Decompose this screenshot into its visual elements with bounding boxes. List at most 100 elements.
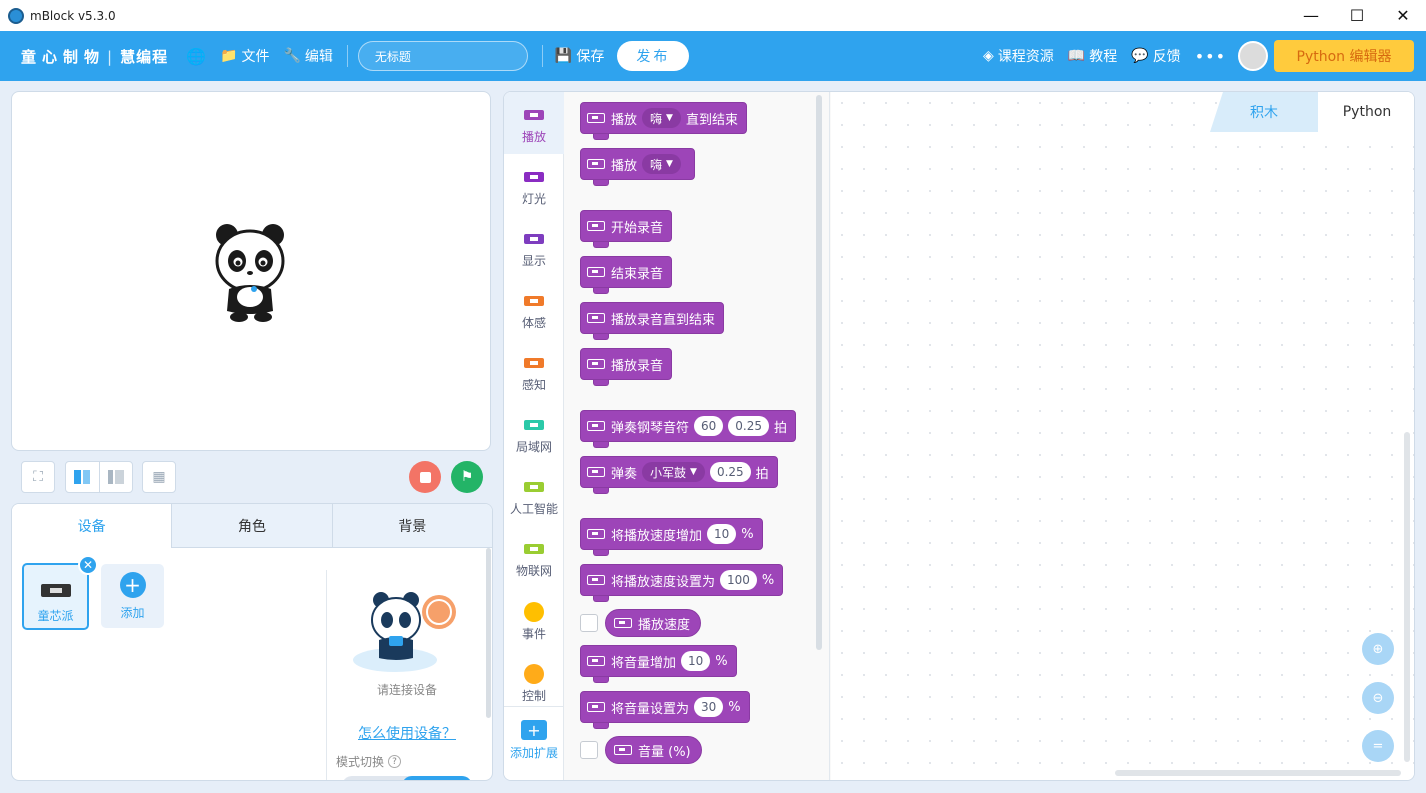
block-text: 弹奏钢琴音符 <box>611 420 690 436</box>
how-to-use-device-link[interactable]: 怎么使用设备？ <box>342 723 472 743</box>
category-lan[interactable]: 局域网 <box>504 402 564 464</box>
cyberpi-block-icon <box>587 113 605 123</box>
project-title-input[interactable]: 无标题 <box>357 41 528 71</box>
zoom-in-icon: ⊕ <box>1372 641 1384 657</box>
stage-canvas[interactable] <box>11 91 491 451</box>
user-avatar[interactable] <box>1238 41 1268 71</box>
zoom-out-icon: ⊖ <box>1372 690 1384 706</box>
block-text: % <box>715 653 728 669</box>
more-menu-button[interactable]: ••• <box>1195 47 1226 66</box>
block-start-recording[interactable]: 开始录音 <box>580 210 673 248</box>
minimize-button[interactable]: — <box>1288 0 1334 31</box>
remove-device-button[interactable]: ✕ <box>78 555 98 575</box>
cyberpi-block-icon <box>614 745 632 755</box>
category-ai[interactable]: 人工智能 <box>504 464 564 526</box>
block-play-until-done[interactable]: 播放 嗨 ▼ 直到结束 <box>580 102 747 140</box>
language-globe-icon[interactable]: 🌐 <box>186 47 206 66</box>
volume-change-input[interactable]: 10 <box>681 651 711 671</box>
category-label: 灯光 <box>521 192 546 206</box>
add-extension-icon: + <box>521 720 547 740</box>
category-control[interactable]: 控制 <box>504 650 564 706</box>
zoom-in-button[interactable]: ⊕ <box>1362 633 1394 665</box>
device-card-cyberpi[interactable]: 童芯派 <box>22 563 89 630</box>
speed-monitor-checkbox[interactable] <box>580 614 598 632</box>
stop-button[interactable] <box>409 461 441 493</box>
add-extension-button[interactable]: + 添加扩展 <box>504 720 564 761</box>
category-motion-sensing[interactable]: 体感 <box>504 278 564 340</box>
category-iot[interactable]: 物联网 <box>504 526 564 588</box>
category-lighting[interactable]: 灯光 <box>504 154 564 216</box>
file-menu[interactable]: 📁 文件 <box>220 46 269 66</box>
block-set-volume[interactable]: 将音量设置为 30 % <box>580 691 750 729</box>
code-workspace[interactable]: 积木 Python <box>831 92 1414 780</box>
category-events[interactable]: 事件 <box>504 588 564 650</box>
block-play-piano-note[interactable]: 弹奏钢琴音符 60 0.25 拍 <box>580 410 797 448</box>
add-device-button[interactable]: + 添加 <box>101 564 164 628</box>
grid-view-button[interactable]: ▦ <box>142 461 176 493</box>
volume-monitor-checkbox[interactable] <box>580 741 598 759</box>
category-display[interactable]: 显示 <box>504 216 564 278</box>
block-set-speed[interactable]: 将播放速度设置为 100 % <box>580 564 784 602</box>
zoom-out-button[interactable]: ⊖ <box>1362 682 1394 714</box>
large-stage-button[interactable] <box>66 462 99 492</box>
category-sound[interactable]: 播放 <box>504 92 564 154</box>
dropdown-arrow-icon: ▼ <box>666 113 673 123</box>
fullscreen-button[interactable]: ⛶ <box>21 461 55 493</box>
device-panel-scrollbar[interactable] <box>486 548 491 718</box>
connect-device-prompt: 请连接设备 <box>376 683 437 697</box>
tab-sprites[interactable]: 角色 <box>171 504 332 548</box>
control-category-icon <box>524 664 544 684</box>
zoom-reset-button[interactable]: = <box>1362 730 1394 762</box>
block-stop-recording[interactable]: 结束录音 <box>580 256 673 294</box>
block-text: % <box>728 699 741 715</box>
reporter-playback-speed[interactable]: 播放速度 <box>605 609 702 637</box>
category-sensing[interactable]: 感知 <box>504 340 564 402</box>
drum-dropdown[interactable]: 小军鼓 ▼ <box>642 462 705 482</box>
tab-python[interactable]: Python <box>1318 92 1414 132</box>
sound-dropdown[interactable]: 嗨 ▼ <box>642 154 681 174</box>
block-text: 结束录音 <box>611 266 664 282</box>
plus-icon: + <box>119 571 146 598</box>
maximize-button[interactable]: ☐ <box>1334 0 1380 31</box>
block-play-recording[interactable]: 播放录音 <box>580 348 673 386</box>
sound-dropdown[interactable]: 嗨 ▼ <box>642 108 681 128</box>
courses-link[interactable]: ◈ 课程资源 <box>983 46 1054 66</box>
green-flag-button[interactable]: ⚑ <box>451 461 483 493</box>
mode-toggle[interactable] <box>342 776 472 780</box>
workspace-horizontal-scrollbar[interactable] <box>1115 770 1401 776</box>
note-input[interactable]: 60 <box>694 416 724 436</box>
tutorials-link[interactable]: 📖 教程 <box>1068 46 1117 66</box>
reporter-volume[interactable]: 音量 (%) <box>605 736 702 764</box>
block-play-drum[interactable]: 弹奏 小军鼓 ▼ 0.25 拍 <box>580 456 778 494</box>
window-title: mBlock v5.3.0 <box>30 8 116 23</box>
workspace-vertical-scrollbar[interactable] <box>1404 432 1410 762</box>
block-change-volume[interactable]: 将音量增加 10 % <box>580 645 737 683</box>
tab-blocks[interactable]: 积木 <box>1210 92 1318 132</box>
help-question-icon[interactable]: ? <box>388 755 402 768</box>
block-change-speed[interactable]: 将播放速度增加 10 % <box>580 518 763 556</box>
sound-category-icon <box>524 110 544 120</box>
edit-menu[interactable]: 🔧 编辑 <box>283 46 332 66</box>
speed-change-input[interactable]: 10 <box>707 524 737 544</box>
block-play[interactable]: 播放 嗨 ▼ <box>580 148 695 186</box>
publish-button[interactable]: 发布 <box>617 41 690 71</box>
cyberpi-board-icon <box>40 584 71 597</box>
python-editor-button[interactable]: Python 编辑器 <box>1274 40 1414 72</box>
tab-devices[interactable]: 设备 <box>12 504 172 548</box>
header-divider <box>346 45 348 67</box>
block-text: 拍 <box>755 466 769 482</box>
volume-set-input[interactable]: 30 <box>694 697 724 717</box>
tab-backgrounds[interactable]: 背景 <box>331 504 492 548</box>
book-icon: 📖 <box>1067 48 1086 64</box>
feedback-link[interactable]: 💬 反馈 <box>1131 46 1180 66</box>
small-stage-button[interactable] <box>98 462 133 492</box>
palette-scrollbar[interactable] <box>816 95 822 650</box>
beats-input[interactable]: 0.25 <box>728 416 770 436</box>
block-play-recording-until-done[interactable]: 播放录音直到结束 <box>580 302 725 340</box>
events-category-icon <box>524 602 544 622</box>
beats-input[interactable]: 0.25 <box>709 462 751 482</box>
panda-sprite[interactable] <box>213 219 287 323</box>
save-button[interactable]: 💾 保存 <box>555 46 604 66</box>
speed-set-input[interactable]: 100 <box>720 570 757 590</box>
close-window-button[interactable]: ✕ <box>1380 0 1426 31</box>
